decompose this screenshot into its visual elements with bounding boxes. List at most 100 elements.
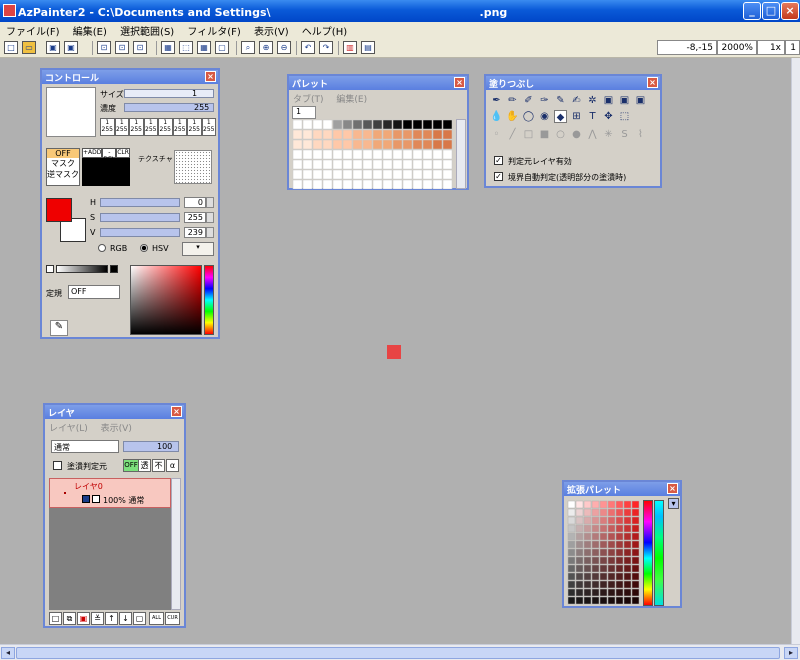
airbrush-icon[interactable]: ✑: [538, 94, 551, 107]
minimize-button[interactable]: _: [743, 2, 761, 20]
flag-alpha-button[interactable]: α: [166, 459, 179, 472]
preset-button[interactable]: 1 255: [143, 118, 158, 136]
palette-tab-1[interactable]: 1: [292, 106, 316, 119]
scroll-right-button[interactable]: ▸: [784, 647, 798, 659]
open-folder-icon[interactable]: ▭: [22, 41, 36, 54]
vertical-scrollbar[interactable]: [791, 58, 800, 644]
merge-layer-icon[interactable]: ≚: [91, 612, 104, 625]
ruler-dropdown[interactable]: OFF: [68, 285, 120, 299]
smudge-icon[interactable]: ✋: [506, 110, 519, 123]
gradient-icon[interactable]: ◉: [538, 110, 551, 123]
preset-button[interactable]: 1 255: [114, 118, 129, 136]
menu-edit[interactable]: 編集(E): [69, 22, 111, 38]
canvas-image[interactable]: [387, 345, 401, 359]
brush-icon[interactable]: ✐: [522, 94, 535, 107]
control-close-icon[interactable]: ×: [205, 71, 216, 82]
pencil-icon[interactable]: ✏: [506, 94, 519, 107]
s-value[interactable]: 255: [184, 212, 206, 223]
color-mode-dropdown[interactable]: ▾: [182, 242, 214, 256]
hue-column[interactable]: [643, 500, 653, 606]
preview-icon[interactable]: ▢: [215, 41, 229, 54]
s-slider[interactable]: [100, 213, 180, 222]
calligraphy-icon[interactable]: ✍: [570, 94, 583, 107]
pan-icon[interactable]: ✥: [602, 110, 615, 123]
close-button[interactable]: ×: [781, 2, 799, 20]
mask-del-button[interactable]: -DEL: [102, 148, 117, 163]
save-as-icon[interactable]: ▣: [64, 41, 78, 54]
palette-menu-tab[interactable]: タブ(T): [293, 95, 324, 105]
mask-add-button[interactable]: +ADD: [82, 148, 103, 158]
extended-palette-grid[interactable]: [567, 500, 641, 606]
fill-close-icon[interactable]: ×: [647, 77, 658, 88]
foreground-color-swatch[interactable]: [46, 198, 72, 222]
image-size-icon[interactable]: ⊡: [97, 41, 111, 54]
mode-inverse-mask[interactable]: 逆マスク: [47, 169, 79, 180]
v-value[interactable]: 239: [184, 227, 206, 238]
fill-ellipse-icon[interactable]: ●: [570, 128, 583, 141]
horizontal-scrollbar[interactable]: ◂ ▸: [0, 644, 800, 660]
layer-settings-icon[interactable]: ▢: [133, 612, 146, 625]
maximize-button[interactable]: □: [762, 2, 780, 20]
move-icon[interactable]: ⊞: [570, 110, 583, 123]
texture-preview[interactable]: [174, 150, 212, 184]
curve-icon[interactable]: S: [618, 128, 631, 141]
white-swatch[interactable]: [46, 265, 54, 273]
layer-close-icon[interactable]: ×: [171, 406, 182, 417]
h-value[interactable]: 0: [184, 197, 206, 208]
delete-layer-icon[interactable]: ▣: [77, 612, 90, 625]
hue-strip[interactable]: [204, 265, 214, 335]
flag-off-button[interactable]: OFF: [123, 459, 139, 472]
s-spinner[interactable]: [206, 212, 214, 223]
menu-help[interactable]: ヘルプ(H): [298, 22, 351, 38]
polyline-icon[interactable]: ⋀: [586, 128, 599, 141]
canvas-size-icon[interactable]: ⊡: [115, 41, 129, 54]
v-slider[interactable]: [100, 228, 180, 237]
preset-button[interactable]: 1 255: [100, 118, 115, 136]
size-slider[interactable]: [124, 89, 214, 98]
preset-button[interactable]: 1 255: [201, 118, 216, 136]
layer-menu-view[interactable]: 表示(V): [101, 424, 132, 434]
copy-layer-icon[interactable]: ⧉: [63, 612, 76, 625]
point-icon[interactable]: ◦: [490, 128, 503, 141]
option2-checkbox[interactable]: ✓: [494, 172, 503, 181]
h-spinner[interactable]: [206, 197, 214, 208]
line-icon[interactable]: ╱: [506, 128, 519, 141]
star-icon[interactable]: ✳: [602, 128, 615, 141]
drop-icon[interactable]: 💧: [490, 110, 503, 123]
scroll-left-button[interactable]: ◂: [1, 647, 15, 659]
eyedropper-icon[interactable]: ✎: [50, 320, 68, 336]
fill-rect-icon[interactable]: ■: [538, 128, 551, 141]
blend-mode-dropdown[interactable]: 通常: [51, 440, 119, 453]
panel-settings-icon[interactable]: ▤: [361, 41, 375, 54]
preset-button[interactable]: 1 255: [187, 118, 202, 136]
layer-row[interactable]: レイヤ0 100% 通常: [49, 478, 171, 508]
move-down-icon[interactable]: ↓: [119, 612, 132, 625]
secondary-hue-column[interactable]: [654, 500, 664, 606]
h-slider[interactable]: [100, 198, 180, 207]
bezier-icon[interactable]: ⌇: [634, 128, 647, 141]
fill-bucket-icon[interactable]: ◆: [554, 110, 567, 123]
layer-menu-layer[interactable]: レイヤ(L): [49, 424, 88, 434]
zoom-icon[interactable]: ⌕: [241, 41, 255, 54]
palette-close-icon[interactable]: ×: [454, 77, 465, 88]
v-spinner[interactable]: [206, 227, 214, 238]
redo-icon[interactable]: ↷: [319, 41, 333, 54]
palette-scrollbar[interactable]: [456, 119, 466, 189]
menu-file[interactable]: ファイル(F): [2, 22, 64, 38]
preset-button[interactable]: 1 255: [129, 118, 144, 136]
mode-mask[interactable]: マスク: [47, 158, 79, 169]
option1-checkbox[interactable]: ✓: [494, 156, 503, 165]
menu-filter[interactable]: フィルタ(F): [183, 22, 244, 38]
saturation-value-picker[interactable]: [130, 265, 202, 335]
ext-palette-menu-icon[interactable]: ▾: [668, 498, 679, 509]
lock-icon[interactable]: [92, 495, 100, 503]
pattern-icon[interactable]: ▣: [618, 94, 631, 107]
rect-icon[interactable]: □: [522, 128, 535, 141]
mask-clear-button[interactable]: CLR: [116, 148, 130, 158]
save-icon[interactable]: ▣: [46, 41, 60, 54]
new-layer-icon[interactable]: □: [49, 612, 62, 625]
grid-icon[interactable]: ▦: [161, 41, 175, 54]
flag-opaque-button[interactable]: 不: [152, 459, 165, 472]
menu-selection[interactable]: 選択範囲(S): [116, 22, 178, 38]
black-swatch[interactable]: [110, 265, 118, 273]
